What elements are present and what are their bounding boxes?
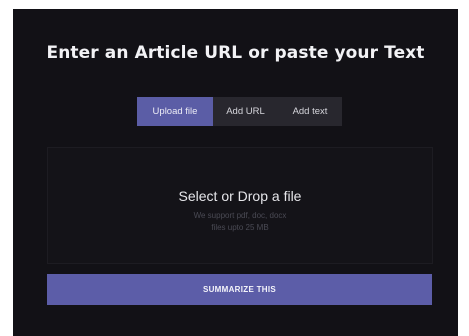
dropzone-title: Select or Drop a file	[178, 188, 302, 204]
input-mode-tabs: Upload file Add URL Add text	[137, 97, 342, 126]
dropzone-formats-hint: We support pdf, doc, docx	[193, 211, 287, 220]
tab-add-text[interactable]: Add text	[278, 97, 342, 126]
tab-upload-file[interactable]: Upload file	[137, 97, 213, 126]
tab-add-url[interactable]: Add URL	[213, 97, 278, 126]
file-dropzone[interactable]: Select or Drop a file We support pdf, do…	[47, 147, 433, 264]
dropzone-size-hint: files upto 25 MB	[211, 223, 269, 232]
summarize-button[interactable]: SUMMARIZE THIS	[47, 274, 432, 305]
upload-panel: Enter an Article URL or paste your Text …	[13, 9, 458, 336]
page-title: Enter an Article URL or paste your Text	[46, 43, 425, 63]
